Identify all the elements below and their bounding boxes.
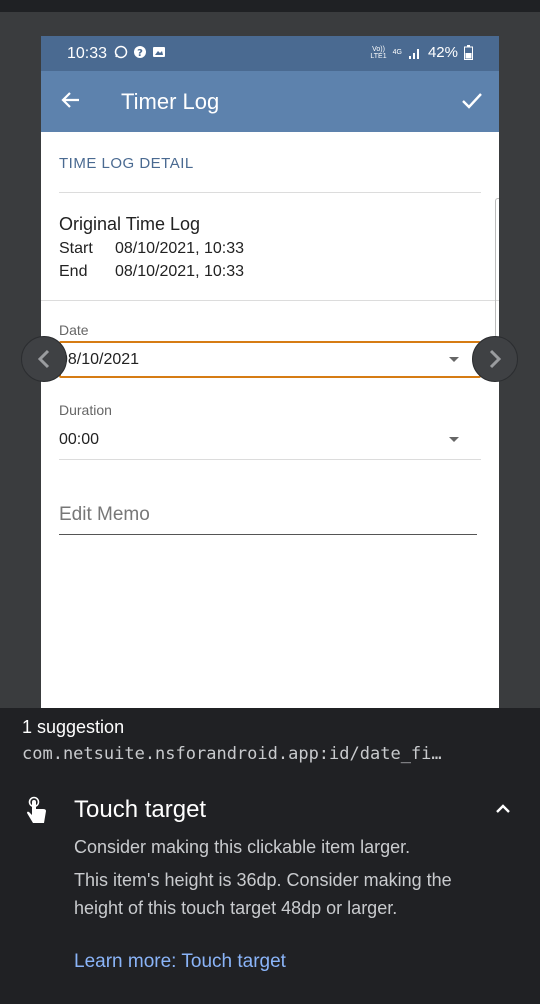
status-bar: 10:33 ? Vo)) LTE1 4G 42% bbox=[41, 36, 499, 71]
element-id: com.netsuite.nsforandroid.app:id/date_fi… bbox=[22, 744, 442, 764]
help-icon: ? bbox=[134, 46, 146, 59]
app-bar: Timer Log bbox=[41, 71, 499, 132]
chevron-left-icon bbox=[37, 349, 50, 369]
top-strip bbox=[0, 0, 540, 12]
device-screen: 10:33 ? Vo)) LTE1 4G 42% Timer Log TIME … bbox=[41, 36, 499, 708]
scrollbar[interactable] bbox=[495, 198, 499, 338]
description-detail: This item's height is 36dp. Consider mak… bbox=[74, 870, 452, 918]
date-dropdown-icon[interactable] bbox=[449, 357, 459, 362]
previous-issue-button[interactable] bbox=[21, 336, 67, 382]
chevron-up-icon[interactable] bbox=[493, 798, 513, 818]
original-log-title: Original Time Log bbox=[59, 214, 201, 234]
original-divider bbox=[41, 300, 499, 301]
chevron-right-icon bbox=[489, 349, 502, 369]
memo-underline bbox=[59, 534, 477, 535]
original-start-row: Start 08/10/2021, 10:33 bbox=[59, 240, 244, 258]
section-title: TIME LOG DETAIL bbox=[59, 155, 194, 172]
volte-indicator: Vo)) LTE1 bbox=[370, 45, 387, 60]
section-divider bbox=[59, 192, 481, 193]
description-summary: Consider making this clickable item larg… bbox=[74, 837, 411, 857]
start-value: 08/10/2021, 10:33 bbox=[115, 240, 245, 257]
status-time: 10:33 bbox=[67, 45, 108, 62]
next-issue-button[interactable] bbox=[472, 336, 518, 382]
duration-underline bbox=[59, 459, 481, 460]
duration-dropdown-icon[interactable] bbox=[449, 437, 459, 442]
end-label: End bbox=[59, 263, 88, 280]
network-type: 4G bbox=[392, 49, 402, 56]
accessibility-suggestion-panel: 1 suggestion com.netsuite.nsforandroid.a… bbox=[0, 708, 540, 1004]
memo-input[interactable]: Edit Memo bbox=[59, 504, 150, 526]
back-arrow-icon[interactable] bbox=[59, 88, 83, 112]
date-label: Date bbox=[59, 322, 89, 338]
battery-level: 42% bbox=[427, 44, 458, 61]
suggestion-count: 1 suggestion bbox=[22, 717, 125, 737]
date-value[interactable]: 08/10/2021 bbox=[59, 351, 139, 369]
end-value: 08/10/2021, 10:33 bbox=[115, 263, 245, 280]
battery-icon bbox=[464, 45, 473, 60]
duration-label: Duration bbox=[59, 402, 112, 418]
check-title: Touch target bbox=[74, 796, 207, 823]
save-check-icon[interactable] bbox=[459, 88, 485, 114]
duration-value[interactable]: 00:00 bbox=[59, 431, 99, 449]
signal-icon bbox=[408, 48, 419, 59]
screen-title: Timer Log bbox=[121, 89, 220, 114]
image-icon bbox=[153, 47, 165, 57]
start-label: Start bbox=[59, 240, 93, 257]
learn-more-link[interactable]: Learn more: Touch target bbox=[74, 951, 286, 973]
whatsapp-icon bbox=[114, 45, 128, 59]
svg-text:?: ? bbox=[137, 48, 143, 59]
original-end-row: End 08/10/2021, 10:33 bbox=[59, 263, 244, 281]
touch-hand-icon bbox=[27, 796, 46, 823]
